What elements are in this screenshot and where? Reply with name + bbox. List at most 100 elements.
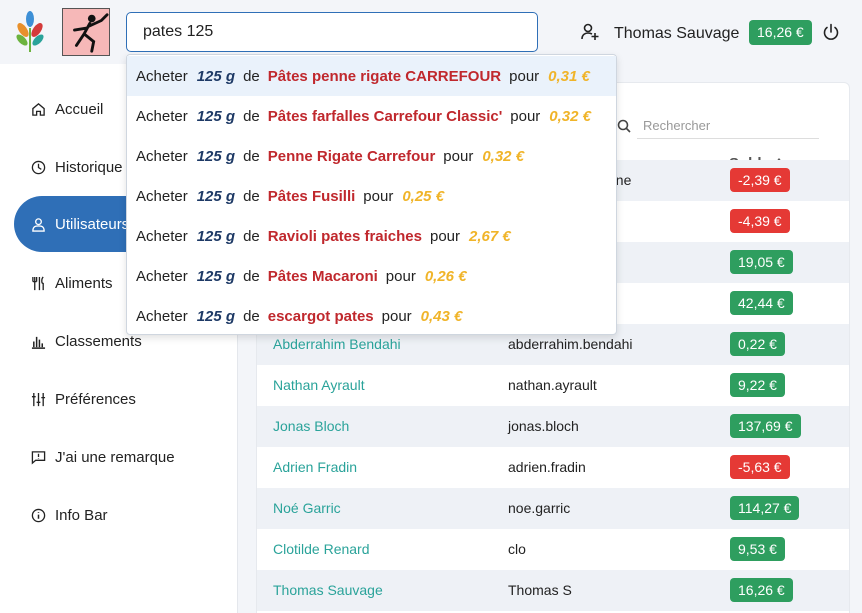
table-row[interactable]: Jonas Bloch jonas.bloch 137,69 € [257,406,849,447]
utensils-icon [30,275,46,291]
suggestion-verb: Acheter [136,67,188,85]
suggestion-item[interactable]: Acheter 125 g de Pâtes farfalles Carrefo… [127,96,616,136]
user-login: nathan.ayrault [508,377,597,393]
suggestion-price: 0,25 € [402,187,445,205]
user-login: adrien.fradin [508,459,586,475]
sidebar-item-label: Historique [55,158,123,176]
table-row[interactable]: Adrien Fradin adrien.fradin -5,63 € [257,447,849,488]
suggestion-item[interactable]: Acheter 125 g de Pâtes Macaroni pour 0,2… [127,256,616,296]
suggestion-de: de [243,267,260,285]
suggestion-item[interactable]: Acheter 125 g de Penne Rigate Carrefour … [127,136,616,176]
suggestion-product: Pâtes Fusilli [267,187,356,205]
suggestion-verb: Acheter [136,307,188,325]
suggestion-quantity: 125 g [196,227,236,245]
suggestion-product: Pâtes farfalles Carrefour Classic' [267,107,503,125]
user-name-link[interactable]: Nathan Ayrault [273,377,365,393]
suggestion-price: 0,32 € [549,107,592,125]
suggestion-pour: pour [385,267,416,285]
suggestion-quantity: 125 g [196,187,236,205]
suggestion-price: 2,67 € [469,227,511,245]
search-suggestions-dropdown: Acheter 125 g de Pâtes penne rigate CARR… [126,54,617,335]
suggestion-de: de [243,307,260,325]
suggestion-verb: Acheter [136,187,188,205]
balance-badge: 114,27 € [730,496,800,520]
balance-badge: 137,69 € [730,414,801,438]
suggestion-quantity: 125 g [196,67,236,85]
table-row[interactable]: Thomas Sauvage Thomas S 16,26 € [257,570,849,611]
user-login: abderrahim.bendahi [508,336,633,352]
suggestion-verb: Acheter [136,267,188,285]
balance-badge: -4,39 € [730,209,790,233]
search-icon [617,119,631,133]
user-name-link[interactable]: Jonas Bloch [273,418,349,434]
suggestion-pour: pour [429,227,461,245]
user-name-link[interactable]: Abderrahim Bendahi [273,336,401,352]
current-user-balance-badge: 16,26 € [749,20,812,45]
suggestion-price: 0,31 € [548,67,590,85]
balance-badge: -2,39 € [730,168,790,192]
user-name-link[interactable]: Thomas Sauvage [273,582,383,598]
suggestion-product: Pâtes Macaroni [267,267,378,285]
sidebar-item-label: J'ai une remarque [55,448,175,466]
sidebar-item-label: Aliments [55,274,113,292]
suggestion-quantity: 125 g [196,147,236,165]
sidebar-item-label: Accueil [55,100,104,118]
balance-badge: 16,26 € [730,578,793,602]
suggestion-de: de [243,227,260,245]
suggestion-verb: Acheter [136,107,188,125]
user-name-link[interactable]: Adrien Fradin [273,459,357,475]
suggestion-quantity: 125 g [196,267,236,285]
comment-icon [30,449,46,465]
suggestion-de: de [243,187,260,205]
info-icon [30,507,46,523]
balance-badge: 9,53 € [730,537,785,561]
suggestion-product: escargot pates [267,307,374,325]
suggestion-pour: pour [443,147,474,165]
balance-badge: 0,22 € [730,332,785,356]
table-row[interactable]: Noé Garric noe.garric 114,27 € [257,488,849,529]
user-login: Thomas S [508,582,572,598]
table-search-placeholder: Rechercher [643,118,711,133]
sidebar-item-info-bar[interactable]: Info Bar [14,487,238,543]
suggestion-quantity: 125 g [196,107,236,125]
sidebar-item-preferences[interactable]: Préférences [14,371,238,427]
current-user-name[interactable]: Thomas Sauvage [614,25,739,43]
suggestion-pour: pour [510,107,541,125]
fencer-logo-icon [62,8,110,56]
table-row[interactable]: Clotilde Renard clo 9,53 € [257,529,849,570]
balance-badge: -5,63 € [730,455,790,479]
suggestion-verb: Acheter [136,147,188,165]
user-name-link[interactable]: Noé Garric [273,500,341,516]
suggestion-quantity: 125 g [196,307,236,325]
suggestion-price: 0,32 € [482,147,525,165]
suggestion-pour: pour [381,307,412,325]
suggestion-item[interactable]: Acheter 125 g de escargot pates pour 0,4… [127,296,616,336]
add-user-icon[interactable] [580,22,600,42]
suggestion-item[interactable]: Acheter 125 g de Pâtes Fusilli pour 0,25… [127,176,616,216]
suggestion-price: 0,26 € [424,267,467,285]
user-login: noe.garric [508,500,571,516]
user-name-link[interactable]: Clotilde Renard [273,541,370,557]
suggestion-product: Pâtes penne rigate CARREFOUR [267,67,502,85]
suggestion-product: Ravioli pates fraiches [267,227,422,245]
suggestion-verb: Acheter [136,227,188,245]
suggestion-product: Penne Rigate Carrefour [267,147,436,165]
suggestion-item[interactable]: Acheter 125 g de Ravioli pates fraiches … [127,216,616,256]
suggestion-item[interactable]: Acheter 125 g de Pâtes penne rigate CARR… [127,56,616,96]
balance-badge: 42,44 € [730,291,793,315]
suggestion-pour: pour [509,67,540,85]
sidebar-item-remarque[interactable]: J'ai une remarque [14,429,238,485]
power-icon[interactable] [822,23,840,41]
search-input[interactable] [126,12,538,52]
sidebar-item-label: Info Bar [55,506,108,524]
clock-icon [30,159,46,175]
table-row[interactable]: Nathan Ayrault nathan.ayrault 9,22 € [257,365,849,406]
leaf-logo-icon[interactable] [14,10,46,54]
table-search-field[interactable]: Rechercher [617,113,819,139]
suggestion-price: 0,43 € [420,307,463,325]
user-login: clo [508,541,526,557]
user-icon [30,216,46,232]
sliders-icon [30,391,46,407]
balance-badge: 9,22 € [730,373,785,397]
user-login: jonas.bloch [508,418,579,434]
